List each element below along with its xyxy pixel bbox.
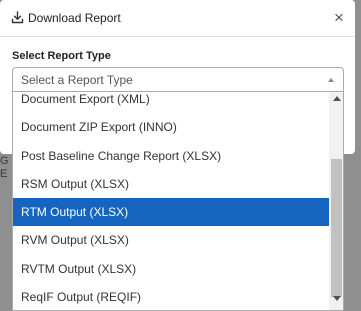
modal-title: Download Report [28,11,121,25]
close-button[interactable]: × [330,9,348,27]
dropdown-scrollbar[interactable] [329,92,343,310]
option-rtm-output-xlsx[interactable]: RTM Output (XLSX) [13,198,329,227]
scroll-up-arrow-icon[interactable] [333,96,341,101]
option-document-zip-export-inno[interactable]: Document ZIP Export (INNO) [13,113,329,141]
scroll-down-arrow-icon[interactable] [333,296,341,301]
download-icon [11,11,24,24]
report-type-label: Select Report Type [12,50,111,62]
report-type-dropdown: Document Export (XML) Document ZIP Expor… [12,92,344,311]
select-placeholder: Select a Report Type [21,73,133,87]
background-text-fragment: G [0,155,9,167]
scrollbar-thumb[interactable] [331,159,342,297]
option-rvtm-output-xlsx[interactable]: RVTM Output (XLSX) [13,255,329,283]
option-rsm-output-xlsx[interactable]: RSM Output (XLSX) [13,170,329,198]
background-text-fragment: E [0,168,8,180]
option-rvm-output-xlsx[interactable]: RVM Output (XLSX) [13,226,329,254]
option-reqif-output-reqif[interactable]: ReqIF Output (REQIF) [13,283,329,310]
modal-header: Download Report × [0,0,355,37]
option-document-export-xml[interactable]: Document Export (XML) [13,92,329,113]
caret-up-icon [328,78,334,82]
report-type-select[interactable]: Select a Report Type [12,67,344,92]
option-post-baseline-change-report-xlsx[interactable]: Post Baseline Change Report (XLSX) [13,142,329,170]
options-list: Document Export (XML) Document ZIP Expor… [13,92,329,310]
